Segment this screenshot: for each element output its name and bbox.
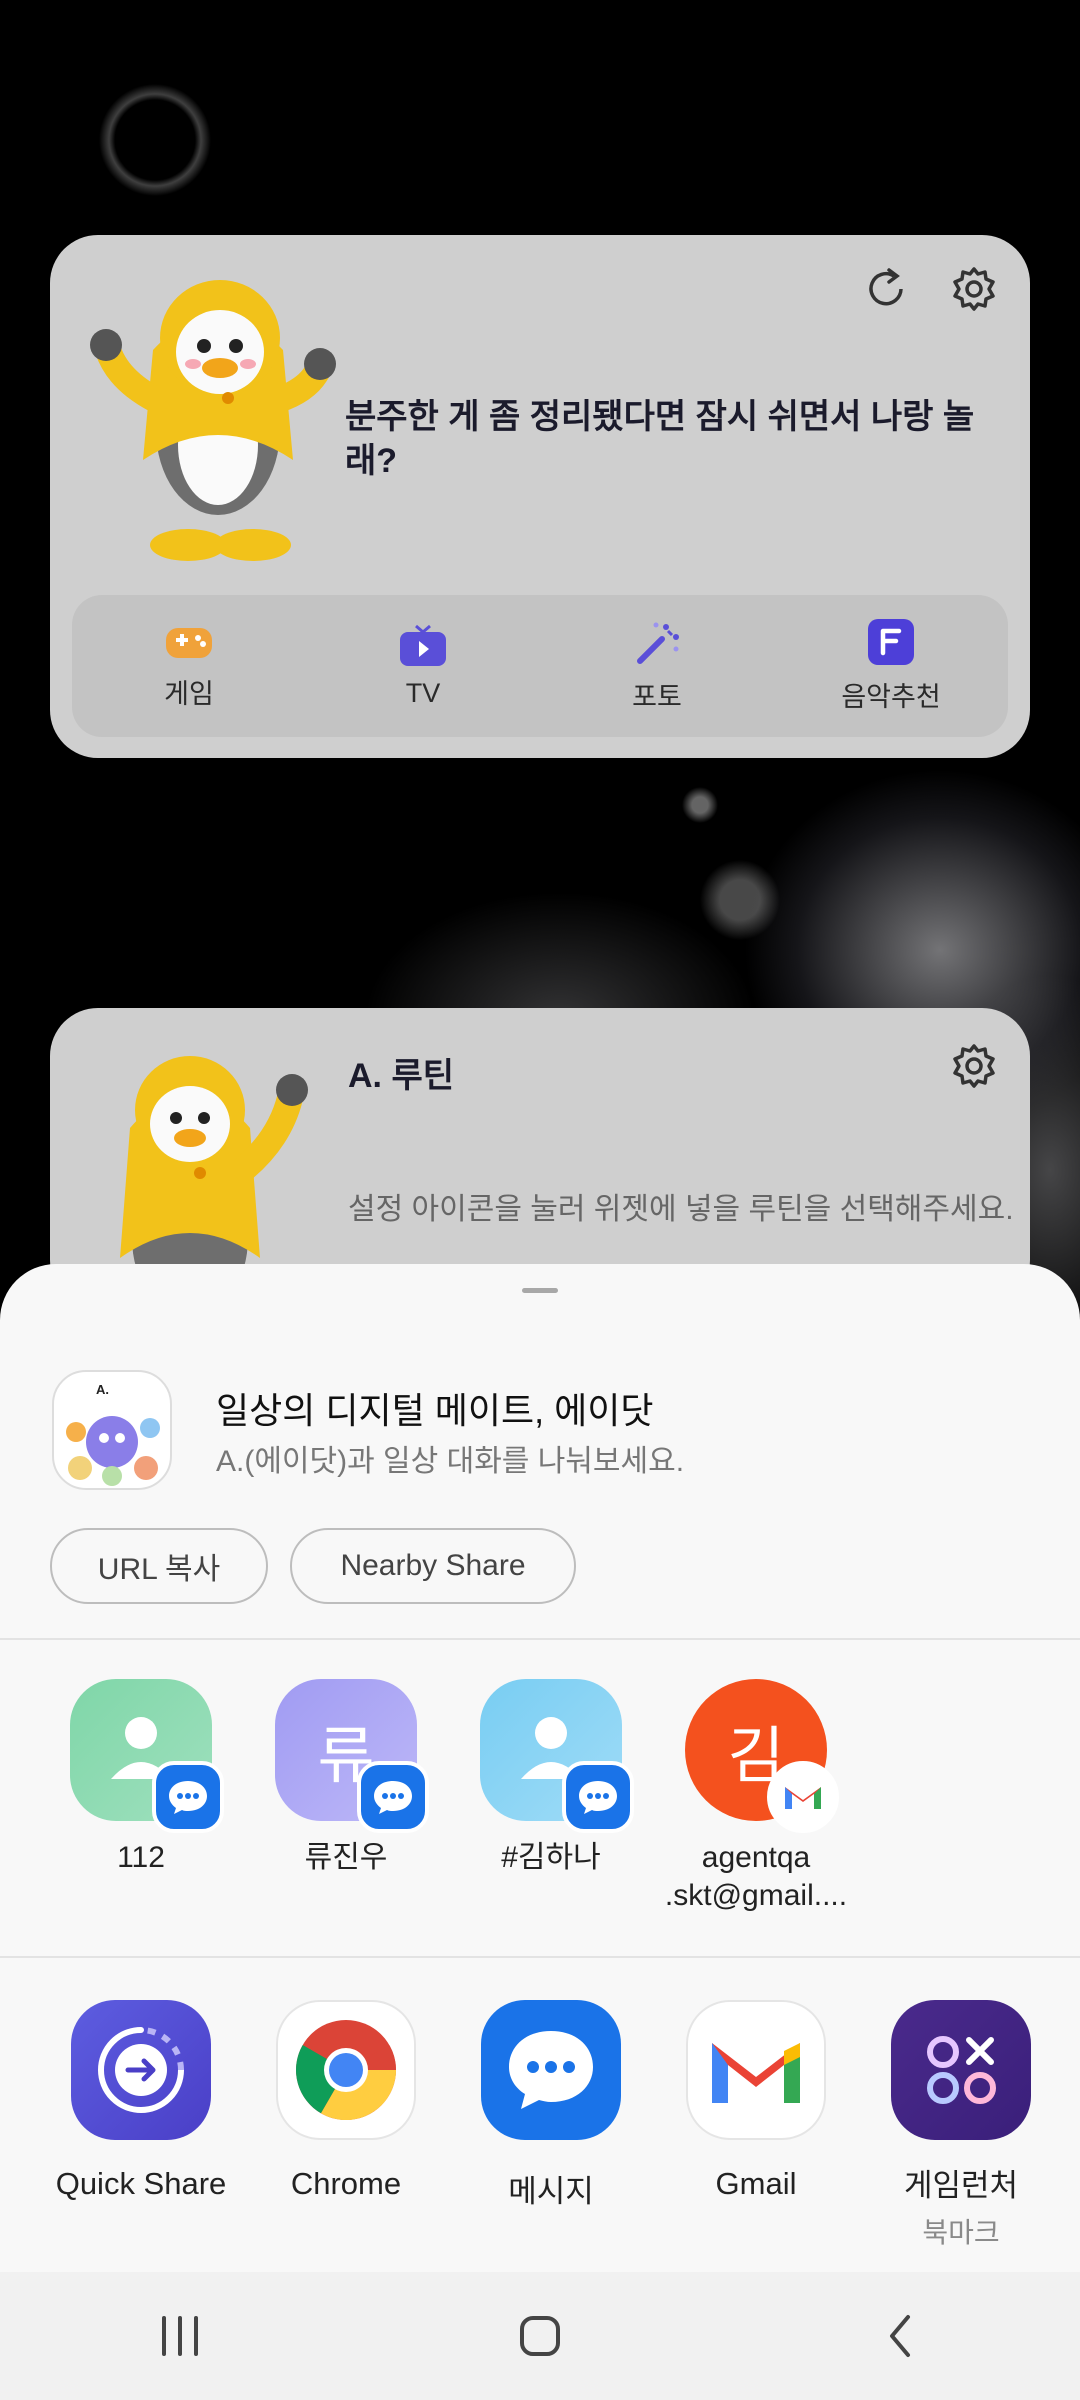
menu-label: 포토 xyxy=(632,681,682,712)
app-game-launcher[interactable]: 게임런처 북마크 xyxy=(861,2000,1061,2251)
tv-icon xyxy=(400,624,446,666)
gmail-icon xyxy=(686,2000,826,2140)
recent-apps-icon[interactable] xyxy=(120,2291,240,2381)
menu-photo[interactable]: 포토 xyxy=(567,619,747,714)
contact-name-line2: .skt@gmail.... xyxy=(664,1879,848,1912)
refresh-icon[interactable] xyxy=(860,263,912,315)
routine-description: 설정 아이콘을 눌러 위젯에 넣을 루틴을 선택해주세요. xyxy=(348,1193,1014,1226)
widget-message: 분주한 게 좀 정리됐다면 잠시 쉬면서 나랑 놀래? xyxy=(345,398,975,480)
routine-title: A. 루틴 xyxy=(348,1057,455,1095)
messages-icon xyxy=(481,2000,621,2140)
divider xyxy=(0,1638,1080,1640)
svg-text:A.: A. xyxy=(96,1382,109,1397)
magic-wand-icon xyxy=(637,622,679,664)
nearby-share-button[interactable]: Nearby Share xyxy=(290,1528,576,1604)
menu-music[interactable]: 음악추천 xyxy=(801,618,981,714)
menu-game[interactable]: 게임 xyxy=(99,622,279,711)
contact-name: 류진우 xyxy=(304,1841,388,1874)
contact-kimhana[interactable]: #김하나 xyxy=(451,1679,651,1877)
drag-handle[interactable] xyxy=(522,1288,558,1293)
app-label: Gmail xyxy=(715,2166,797,2201)
home-icon[interactable] xyxy=(480,2291,600,2381)
contact-avatar: 류 xyxy=(275,1679,429,1833)
adot-app-icon: A. xyxy=(52,1370,172,1490)
app-quick-share[interactable]: Quick Share xyxy=(41,2000,241,2202)
chrome-icon xyxy=(276,2000,416,2140)
shared-app-title: 일상의 디지털 메이트, 에이닷 xyxy=(216,1390,654,1431)
settings-gear-icon[interactable] xyxy=(948,1040,1000,1092)
shared-app-subtitle: A.(에이닷)과 일상 대화를 나눠보세요. xyxy=(216,1445,685,1478)
app-chrome[interactable]: Chrome xyxy=(246,2000,446,2202)
app-label: Chrome xyxy=(290,2166,402,2201)
menu-label: 게임 xyxy=(164,678,214,709)
app-label: 게임런처 xyxy=(903,2168,1019,2203)
messages-badge-icon xyxy=(357,1761,429,1833)
settings-gear-icon[interactable] xyxy=(948,263,1000,315)
app-gmail[interactable]: Gmail xyxy=(656,2000,856,2202)
penguin-mascot xyxy=(90,280,336,561)
quick-share-icon xyxy=(71,2000,211,2140)
share-sheet: A. 일상의 디지털 메이트, 에이닷 A.(에이닷)과 일상 대화를 나눠보세… xyxy=(0,1264,1080,2272)
music-flo-icon xyxy=(868,618,914,665)
contact-agentqa[interactable]: 김 agentqa .skt@gmail.... xyxy=(656,1679,856,1915)
messages-badge-icon xyxy=(562,1761,634,1833)
contact-name: #김하나 xyxy=(501,1841,601,1874)
contact-name: 112 xyxy=(117,1841,165,1874)
navigation-bar xyxy=(0,2272,1080,2400)
app-label: Quick Share xyxy=(55,2166,227,2201)
game-controller-icon xyxy=(166,627,212,658)
app-label: 메시지 xyxy=(508,2174,594,2209)
app-sublabel: 북마크 xyxy=(922,2217,1000,2248)
divider xyxy=(0,1956,1080,1958)
app-messages[interactable]: 메시지 xyxy=(451,2000,651,2211)
adot-routine-widget[interactable]: A. 루틴 설정 아이콘을 눌러 위젯에 넣을 루틴을 선택해주세요. xyxy=(50,1008,1030,1308)
contact-ryujinwoo[interactable]: 류 류진우 xyxy=(246,1679,446,1877)
contact-name-line1: agentqa xyxy=(701,1841,811,1874)
game-launcher-icon xyxy=(891,2000,1031,2140)
widget-menu: 게임 TV 포토 음악추천 xyxy=(72,595,1008,737)
gmail-badge-icon xyxy=(767,1761,839,1833)
share-apps-row: Quick Share Chrome 메시지 Gmail 게임런처 북마크 xyxy=(0,2000,1080,2248)
contact-avatar xyxy=(70,1679,224,1833)
contact-avatar: 김 xyxy=(685,1679,839,1833)
menu-tv[interactable]: TV xyxy=(333,624,513,709)
menu-label: 음악추천 xyxy=(841,681,941,712)
url-copy-button[interactable]: URL 복사 xyxy=(50,1528,268,1604)
messages-badge-icon xyxy=(152,1761,224,1833)
back-icon[interactable] xyxy=(840,2291,960,2381)
menu-label: TV xyxy=(405,677,441,708)
adot-chat-widget[interactable]: 분주한 게 좀 정리됐다면 잠시 쉬면서 나랑 놀래? 게임 TV 포토 음악추… xyxy=(50,235,1030,758)
penguin-mascot-waving xyxy=(120,1056,308,1298)
contact-avatar xyxy=(480,1679,634,1833)
contact-112[interactable]: 112 xyxy=(41,1679,241,1877)
